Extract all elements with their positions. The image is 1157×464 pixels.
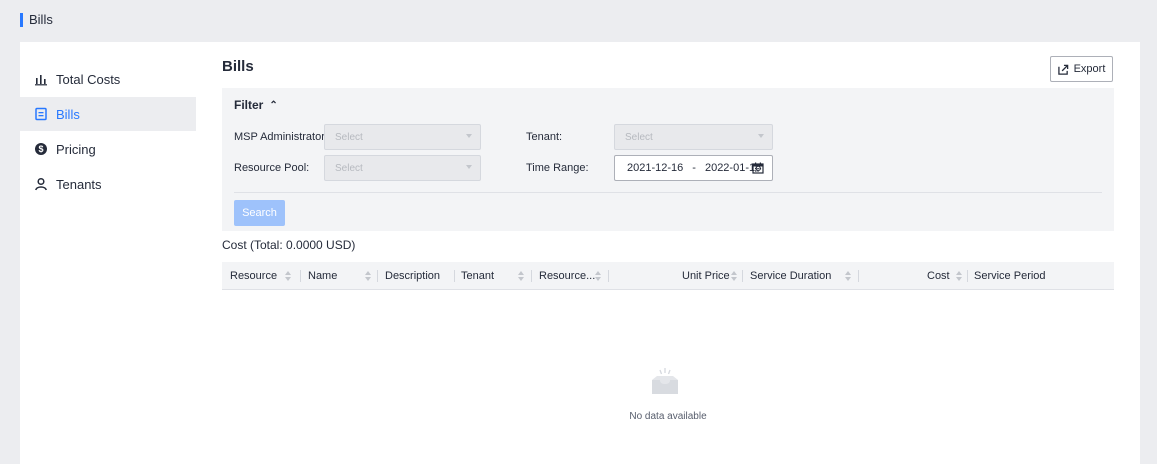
column-header-label: Name (308, 270, 338, 282)
bill-icon (34, 107, 48, 121)
caret-down-icon (466, 134, 472, 138)
cost-total: Cost (Total: 0.0000 USD) (222, 238, 356, 252)
calendar-icon (752, 162, 764, 174)
column-header-label: Cost (927, 270, 950, 282)
caret-down-icon (758, 134, 764, 138)
title-accent-bar (20, 13, 23, 27)
bar-chart-icon (34, 72, 48, 86)
export-button-label: Export (1073, 63, 1106, 75)
time-range-label: Time Range: (526, 162, 589, 174)
column-divider (454, 270, 455, 282)
column-header-label: Unit Price (682, 270, 730, 282)
column-divider (858, 270, 859, 282)
filter-toggle[interactable]: Filter ⌃ (234, 98, 278, 112)
column-header-label: Service Period (974, 270, 1046, 282)
column-header-label: Tenant (461, 270, 495, 282)
resource-pool-label: Resource Pool: (234, 162, 310, 174)
tenant-select[interactable]: Select (614, 124, 773, 150)
filter-title: Filter (234, 98, 264, 112)
sidebar-item-label: Bills (56, 106, 80, 122)
caret-down-icon (466, 165, 472, 169)
export-button[interactable]: Export (1050, 56, 1113, 82)
page-title: Bills (222, 58, 254, 75)
chevron-up-icon: ⌃ (269, 99, 278, 111)
column-header-label: Service Duration (750, 270, 832, 282)
column-header-cost[interactable]: Cost (927, 262, 950, 290)
sidebar-item-total-costs[interactable]: Total Costs (20, 62, 196, 96)
column-header-service-period[interactable]: Service Period (974, 262, 1046, 290)
search-button[interactable]: Search (234, 200, 285, 226)
resource-pool-select[interactable]: Select (324, 155, 481, 181)
svg-text:$: $ (38, 144, 43, 154)
column-header-label: Resource (230, 270, 278, 282)
time-range-separator: - (692, 162, 696, 174)
column-divider (531, 270, 532, 282)
column-header-resource[interactable]: Resource (230, 262, 277, 290)
column-header-description[interactable]: Description (385, 262, 440, 290)
tenant-placeholder: Select (625, 131, 653, 143)
tenant-label: Tenant: (526, 131, 563, 143)
sidebar-item-label: Pricing (56, 141, 96, 157)
dollar-circle-icon: $ (34, 142, 48, 156)
export-icon (1057, 64, 1068, 75)
msp-administrator-label: MSP Administrator: (234, 131, 328, 143)
column-header-unit-price[interactable]: Unit Price (682, 262, 730, 290)
column-header-tenant[interactable]: Tenant (461, 262, 494, 290)
column-divider (377, 270, 378, 282)
resource-pool-placeholder: Select (335, 162, 363, 174)
user-icon (34, 177, 48, 191)
page-header-title: Bills (29, 12, 53, 27)
sidebar-item-bills[interactable]: Bills (20, 97, 196, 131)
time-range-start: 2021-12-16 (627, 162, 684, 174)
column-header-name[interactable]: Name (308, 262, 337, 290)
column-divider (300, 270, 301, 282)
column-divider (608, 270, 609, 282)
filter-panel: Filter ⌃ MSP Administrator: Select Tenan… (222, 88, 1114, 231)
top-bar: Bills (0, 0, 1157, 42)
sidebar-item-label: Total Costs (56, 71, 121, 87)
sidebar-item-label: Tenants (56, 176, 102, 192)
empty-message: No data available (629, 411, 707, 422)
column-divider (742, 270, 743, 282)
filter-divider (234, 192, 1102, 193)
column-header-resource-pool[interactable]: Resource... (539, 262, 595, 290)
msp-administrator-select[interactable]: Select (324, 124, 481, 150)
table-header: Resource Name Description Tenant Resourc… (222, 262, 1114, 290)
empty-state: No data available (222, 291, 1114, 464)
column-header-label: Description (385, 270, 441, 282)
msp-administrator-placeholder: Select (335, 131, 363, 143)
main-content: Bills Export Filter ⌃ MSP Administrator:… (196, 42, 1140, 464)
empty-inbox-icon (652, 368, 678, 394)
column-divider (967, 270, 968, 282)
column-header-service-duration[interactable]: Service Duration (750, 262, 831, 290)
time-range-picker[interactable]: 2021-12-16 - 2022-01-16 (614, 155, 773, 181)
sidebar-item-tenants[interactable]: Tenants (20, 167, 196, 201)
sidebar: Total Costs Bills $ Pricing Tenants (20, 42, 196, 464)
column-header-label: Resource... (539, 270, 596, 282)
sidebar-item-pricing[interactable]: $ Pricing (20, 132, 196, 166)
